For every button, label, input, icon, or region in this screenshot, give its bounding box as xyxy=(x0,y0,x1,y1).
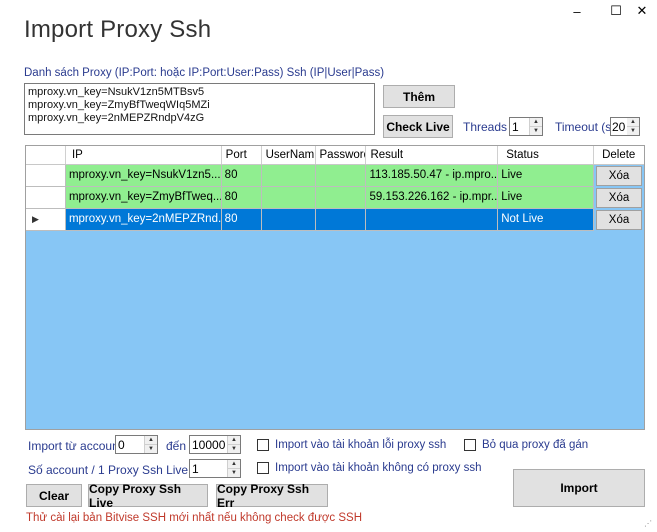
row-header[interactable] xyxy=(26,187,66,209)
import-from-stepper[interactable]: 0 ▲ ▼ xyxy=(115,435,158,454)
resize-grip-icon[interactable]: ⋰ xyxy=(644,519,654,529)
clear-button[interactable]: Clear xyxy=(26,484,82,507)
timeout-arrows[interactable]: ▲ ▼ xyxy=(627,117,640,136)
spin-down-icon[interactable]: ▼ xyxy=(228,444,240,453)
column-username[interactable]: UserNam xyxy=(262,146,316,164)
timeout-stepper[interactable]: 20 xyxy=(610,117,628,136)
table-row[interactable]: mproxy.vn_key=NsukV1zn5... 80 113.185.50… xyxy=(26,165,644,187)
spin-down-icon[interactable]: ▼ xyxy=(228,468,240,477)
import-to-stepper[interactable]: 10000 ▲ ▼ xyxy=(189,435,241,454)
cell-result[interactable] xyxy=(366,209,499,231)
delete-row-button[interactable]: Xóa xyxy=(596,188,642,208)
cell-password[interactable] xyxy=(315,187,367,209)
cell-password[interactable] xyxy=(315,209,367,231)
column-password[interactable]: Password xyxy=(316,146,367,164)
cell-port[interactable]: 80 xyxy=(221,209,262,231)
copy-live-button[interactable]: Copy Proxy Ssh Live xyxy=(88,482,208,510)
column-port[interactable]: Port xyxy=(222,146,262,164)
row-header-corner xyxy=(26,146,66,164)
table-row[interactable]: mproxy.vn_key=ZmyBfTweq... 80 59.153.226… xyxy=(26,187,644,209)
delete-row-button[interactable]: Xóa xyxy=(596,166,642,186)
table-row-selected[interactable]: ▶ mproxy.vn_key=2nMEPZRnd... 80 Not Live… xyxy=(26,209,644,231)
proxy-table: IP Port UserNam Password Result Status D… xyxy=(25,145,645,430)
spin-up-icon[interactable]: ▲ xyxy=(627,118,639,126)
spin-up-icon[interactable]: ▲ xyxy=(228,436,240,444)
cell-password[interactable] xyxy=(315,165,367,187)
import-error-label: Import vào tài khoản lỗi proxy ssh xyxy=(275,439,447,451)
cell-ip[interactable]: mproxy.vn_key=NsukV1zn5... xyxy=(65,165,222,187)
close-button[interactable]: ✕ xyxy=(631,2,653,20)
threads-value: 1 xyxy=(512,119,519,134)
spin-down-icon[interactable]: ▼ xyxy=(530,126,542,135)
cell-port[interactable]: 80 xyxy=(221,165,262,187)
spin-up-icon[interactable]: ▲ xyxy=(228,460,240,468)
column-status[interactable]: Status xyxy=(498,146,595,164)
import-from-value: 0 xyxy=(118,437,125,452)
threads-label: Threads xyxy=(463,120,508,134)
maximize-button[interactable]: ☐ xyxy=(605,2,627,20)
cell-status[interactable]: Live xyxy=(498,187,595,209)
import-no-proxy-checkbox[interactable] xyxy=(257,462,269,474)
threads-stepper[interactable]: 1 ▲ ▼ xyxy=(509,117,543,136)
skip-assigned-label: Bỏ qua proxy đã gán xyxy=(482,439,589,451)
cell-port[interactable]: 80 xyxy=(221,187,262,209)
spin-up-icon[interactable]: ▲ xyxy=(530,118,542,126)
row-pointer-icon[interactable]: ▶ xyxy=(26,209,66,231)
import-to-value: 10000 xyxy=(192,437,226,452)
per-proxy-value: 1 xyxy=(192,461,199,476)
row-header[interactable] xyxy=(26,165,66,187)
add-button[interactable]: Thêm xyxy=(383,85,455,108)
cell-status[interactable]: Not Live xyxy=(498,209,595,231)
cell-username[interactable] xyxy=(261,209,316,231)
cell-result[interactable]: 113.185.50.47 - ip.mpro... xyxy=(366,165,499,187)
import-error-checkbox[interactable] xyxy=(257,439,269,451)
skip-assigned-checkbox[interactable] xyxy=(464,439,476,451)
per-proxy-stepper[interactable]: 1 ▲ ▼ xyxy=(189,459,241,478)
spin-up-icon[interactable]: ▲ xyxy=(145,436,157,444)
import-no-proxy-label: Import vào tài khoản không có proxy ssh xyxy=(275,462,482,474)
proxy-list-textarea[interactable]: mproxy.vn_key=NsukV1zn5MTBsv5 mproxy.vn_… xyxy=(24,83,375,135)
copy-error-button[interactable]: Copy Proxy Ssh Err xyxy=(216,482,328,510)
table-header: IP Port UserNam Password Result Status D… xyxy=(26,146,644,165)
column-delete[interactable]: Delete xyxy=(594,146,644,164)
timeout-label: Timeout (s) xyxy=(555,120,616,134)
cell-username[interactable] xyxy=(261,165,316,187)
cell-status[interactable]: Live xyxy=(498,165,595,187)
window-title: Import Proxy Ssh xyxy=(24,16,212,43)
cell-ip[interactable]: mproxy.vn_key=ZmyBfTweq... xyxy=(65,187,222,209)
spin-down-icon[interactable]: ▼ xyxy=(145,444,157,453)
cell-ip[interactable]: mproxy.vn_key=2nMEPZRnd... xyxy=(65,209,222,231)
timeout-value: 20 xyxy=(612,119,626,134)
column-result[interactable]: Result xyxy=(366,146,499,164)
delete-row-button[interactable]: Xóa xyxy=(596,210,642,230)
proxy-list-label: Danh sách Proxy (IP:Port: hoặc IP:Port:U… xyxy=(24,67,385,79)
cell-username[interactable] xyxy=(261,187,316,209)
column-ip[interactable]: IP xyxy=(66,146,222,164)
check-live-button[interactable]: Check Live xyxy=(383,115,453,138)
import-from-label: Import từ account xyxy=(28,439,123,453)
cell-result[interactable]: 59.153.226.162 - ip.mpr... xyxy=(366,187,499,209)
import-to-label: đến xyxy=(166,439,187,453)
per-proxy-label: Số account / 1 Proxy Ssh Live xyxy=(28,463,189,477)
import-button[interactable]: Import xyxy=(513,469,645,507)
ssh-note: Thử cài lại bản Bitvise SSH mới nhất nếu… xyxy=(26,512,363,524)
minimize-button[interactable]: – xyxy=(566,2,588,20)
spin-down-icon[interactable]: ▼ xyxy=(627,126,639,135)
